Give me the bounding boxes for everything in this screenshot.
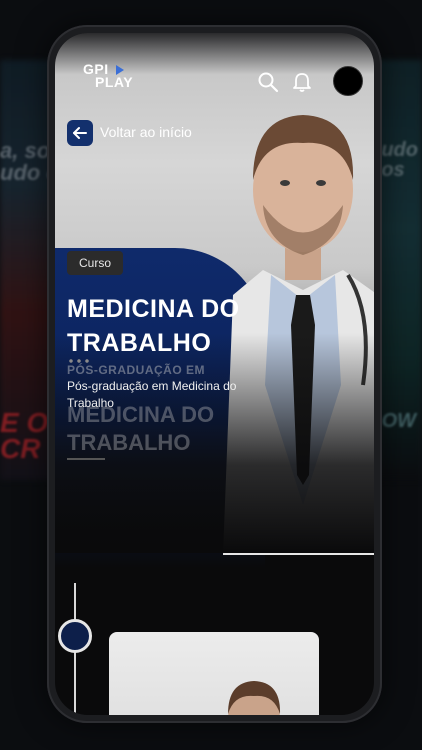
course-title: MEDICINA DO TRABALHO [67,295,240,357]
phone-frame: GPI PLAY Voltar ao início Curso MEDICINA… [47,25,382,723]
ghost-subtitle: PÓS-GRADUAÇÃO EM [67,363,206,377]
ghost-title: MEDICINA DO TRABALHO [67,402,215,455]
search-icon[interactable] [257,71,279,93]
play-triangle-icon [116,65,124,75]
back-label[interactable]: Voltar ao início [100,124,192,140]
logo-line2: PLAY [95,74,134,90]
course-chip: Curso [67,251,124,275]
avatar[interactable] [333,66,363,96]
bell-icon[interactable] [291,71,313,93]
back-button[interactable] [67,120,93,146]
ghost-underline [67,458,105,460]
vertical-slider-thumb[interactable] [58,619,92,653]
background-right-bottom-text: OW [381,410,416,432]
dots-decoration [67,359,91,363]
course-card[interactable] [109,632,319,715]
arrow-left-icon [73,127,87,139]
background-right-text: udo os [381,139,418,181]
phone-screen: GPI PLAY Voltar ao início Curso MEDICINA… [55,33,374,715]
card-thumbnail-image [228,681,281,715]
gpi-play-logo[interactable]: GPI PLAY [83,62,134,90]
